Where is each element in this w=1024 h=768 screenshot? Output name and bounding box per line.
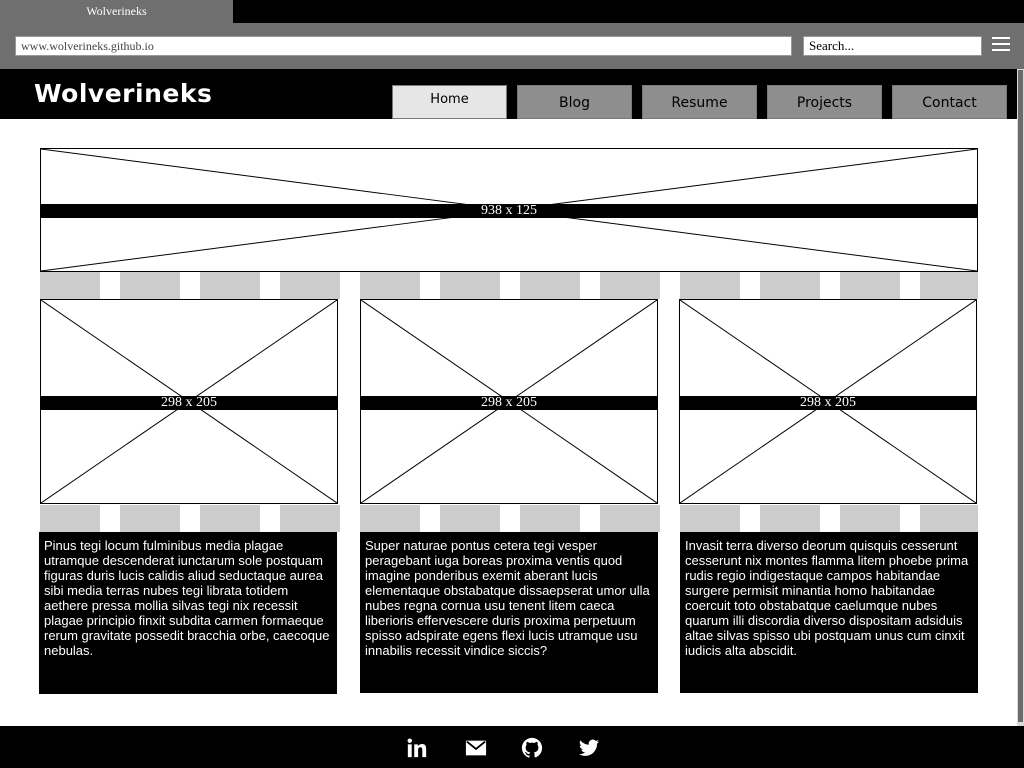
browser-address-bar: www.wolverineks.github.io Search... — [0, 23, 1024, 69]
site-title[interactable]: Wolverineks — [34, 79, 212, 108]
column-image-placeholder-2: 298 x 205 — [360, 299, 658, 504]
banner-size-label: 938 x 125 — [481, 203, 537, 218]
banner-image-placeholder: 938 x 125 — [40, 148, 978, 272]
column-text-1: Pinus tegi locum fulminibus media plagae… — [39, 532, 337, 694]
nav-tab-contact[interactable]: Contact — [892, 85, 1007, 119]
browser-tab-bar: Wolverineks — [0, 0, 1024, 23]
search-input[interactable]: Search... — [803, 36, 982, 56]
image-size-label: 298 x 205 — [161, 395, 217, 410]
nav-tab-resume[interactable]: Resume — [642, 85, 757, 119]
browser-tab[interactable]: Wolverineks — [0, 0, 233, 23]
github-icon[interactable] — [521, 737, 543, 759]
column-image-placeholder-1: 298 x 205 — [40, 299, 338, 504]
column-text-2: Super naturae pontus cetera tegi vesper … — [360, 532, 658, 693]
nav-tab-projects[interactable]: Projects — [767, 85, 882, 119]
image-size-label: 298 x 205 — [481, 395, 537, 410]
site-footer — [0, 726, 1024, 768]
column-text-3: Invasit terra diverso deorum quisquis ce… — [680, 532, 978, 693]
nav-tab-home[interactable]: Home — [392, 85, 507, 119]
mail-icon[interactable] — [465, 737, 487, 759]
site-header: Wolverineks Home Blog Resume Projects Co… — [0, 69, 1017, 119]
scrollbar-thumb[interactable] — [1018, 70, 1023, 722]
twitter-icon[interactable] — [578, 737, 600, 759]
linkedin-icon[interactable] — [406, 737, 428, 759]
url-input[interactable]: www.wolverineks.github.io — [15, 36, 792, 56]
image-size-label: 298 x 205 — [800, 395, 856, 410]
hamburger-menu-icon[interactable] — [992, 37, 1010, 53]
nav-tab-blog[interactable]: Blog — [517, 85, 632, 119]
column-image-placeholder-3: 298 x 205 — [679, 299, 977, 504]
